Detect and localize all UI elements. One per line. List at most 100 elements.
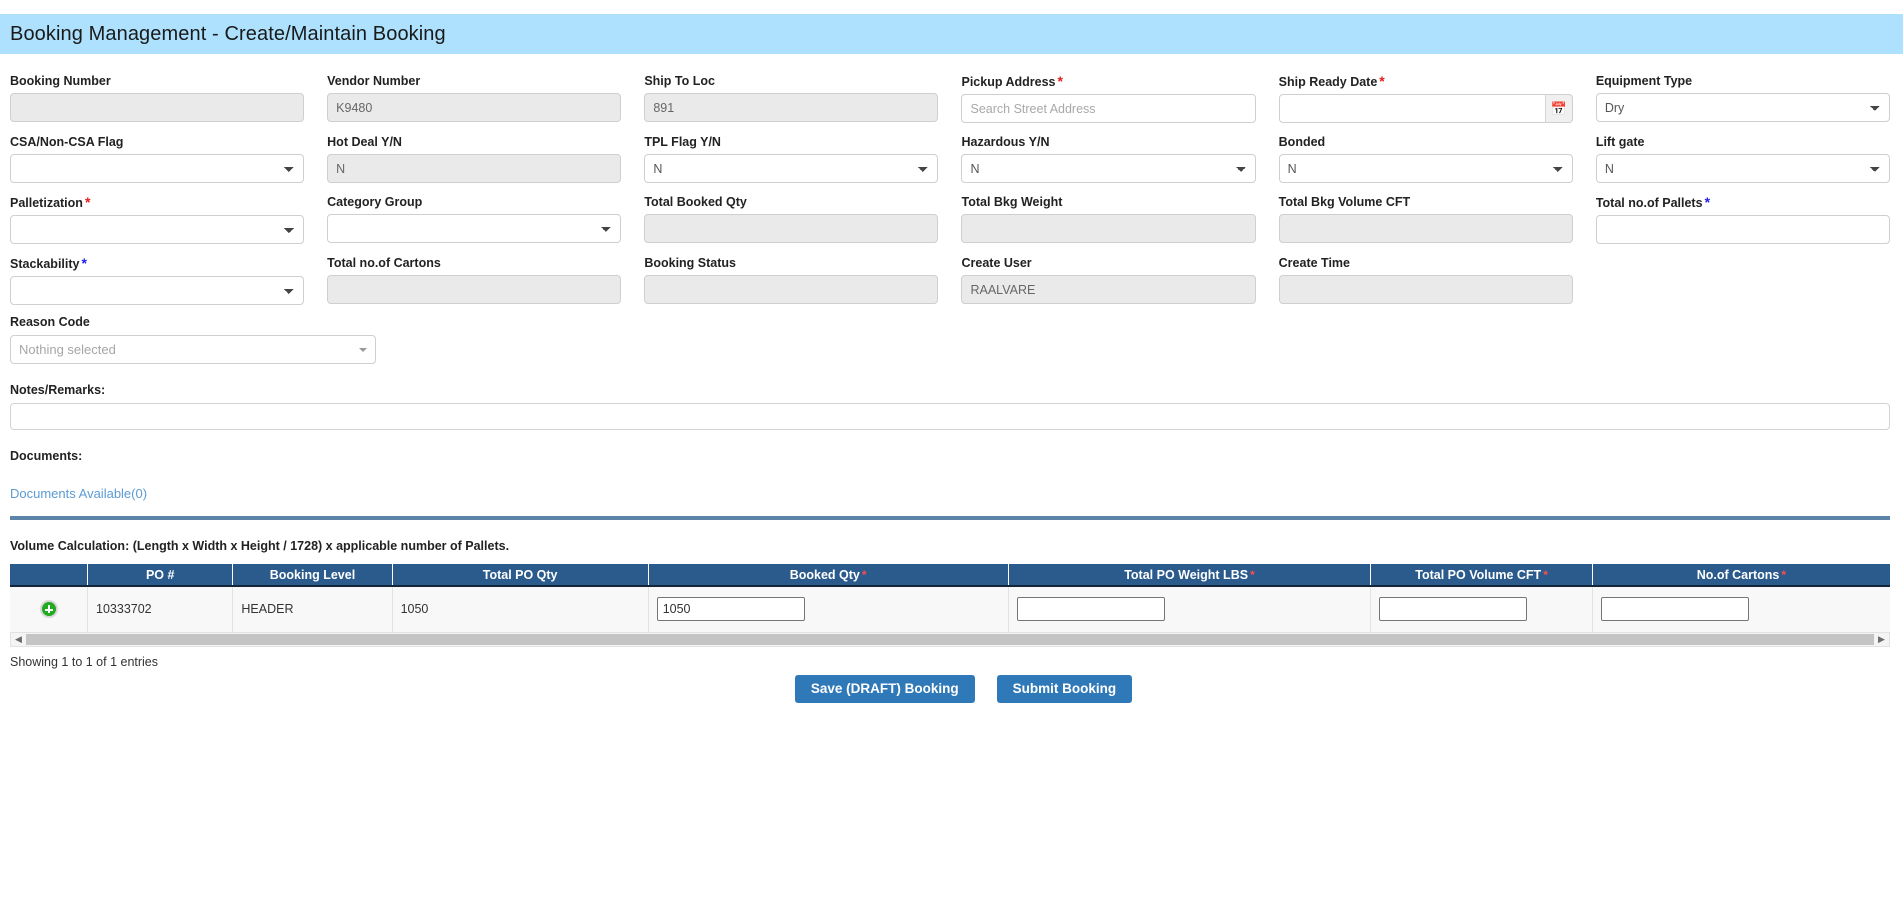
input-booking-number (10, 93, 305, 122)
scrollbar-thumb[interactable] (26, 633, 1874, 645)
booking-management-page: Booking Management - Create/Maintain Boo… (0, 0, 1903, 905)
section-divider (10, 516, 1890, 520)
select-tpl-flag-y-n[interactable]: NY (644, 154, 939, 183)
form-field-grid: Booking Number Vendor Number Ship To Loc Pi… (0, 68, 1903, 311)
cell-total-po-qty: 1050 (392, 586, 649, 633)
input-booked-qty[interactable] (656, 597, 805, 622)
form-field-booking-number: Booking Number (0, 68, 317, 129)
form-field-tpl-flag-y-n: TPL Flag Y/N NY (634, 129, 951, 189)
calendar-icon[interactable]: 📅 (1544, 94, 1573, 123)
label-hot-deal-y-n: Hot Deal Y/N (327, 135, 402, 149)
form-field-lift-gate: Lift gate NY (1586, 129, 1903, 189)
cell-total-po-weight-lbs (1008, 586, 1372, 633)
select-palletization[interactable] (10, 215, 305, 244)
input-total-po-weight-lbs[interactable] (1016, 597, 1165, 622)
label-create-user: Create User (961, 256, 1032, 270)
label-tpl-flag-y-n: TPL Flag Y/N (644, 135, 721, 149)
form-field-palletization: Palletization * (0, 189, 317, 250)
input-create-user (961, 275, 1256, 304)
form-field-total-no-of-cartons: Total no.of Cartons (317, 250, 634, 311)
table-row: 10333702 HEADER 1050 (10, 586, 1890, 633)
column-header-label: Total PO Qty (482, 567, 558, 582)
booking-lines-table-wrapper: PO # Booking Level Total PO Qty Booked Qty *… (0, 564, 1903, 647)
input-create-time (1278, 275, 1573, 304)
column-header-total-po-qty[interactable]: Total PO Qty (392, 564, 649, 587)
form-field-hazardous-y-n: Hazardous Y/N NY (951, 129, 1268, 189)
reason-code-select[interactable]: Nothing selected (10, 335, 376, 364)
label-booking-status: Booking Status (644, 256, 736, 270)
label-stackability: Stackability * (10, 255, 87, 271)
table-entries-info: Showing 1 to 1 of 1 entries (10, 654, 159, 669)
page-title-bar: Booking Management - Create/Maintain Boo… (0, 14, 1903, 54)
column-header-expander[interactable] (10, 564, 89, 587)
column-header-total-po-volume-cft[interactable]: Total PO Volume CFT * (1370, 564, 1593, 587)
form-action-buttons: Save (DRAFT) Booking Submit Booking (0, 674, 1903, 703)
select-lift-gate[interactable]: NY (1595, 154, 1890, 183)
row-expand-cell[interactable] (10, 586, 89, 633)
label-create-time: Create Time (1278, 256, 1350, 270)
required-asterisk: * (1057, 73, 1063, 89)
label-category-group: Category Group (327, 195, 423, 209)
input-total-bkg-volume-cft (1278, 214, 1573, 243)
plus-circle-icon[interactable] (39, 600, 58, 619)
label-ship-ready-date: Ship Ready Date * (1278, 73, 1385, 89)
required-asterisk: * (1250, 567, 1255, 582)
select-hazardous-y-n[interactable]: NY (961, 154, 1256, 183)
select-bonded[interactable]: NY (1278, 154, 1573, 183)
select-equipment-type[interactable]: Dry (1595, 93, 1890, 122)
column-header-booking-level[interactable]: Booking Level (232, 564, 393, 587)
input-total-no-of-cartons (327, 275, 622, 304)
input-pickup-address[interactable] (961, 94, 1256, 123)
required-asterisk: * (1704, 194, 1711, 210)
input-no-of-cartons[interactable] (1600, 597, 1749, 622)
table-header-row: PO # Booking Level Total PO Qty Booked Qty *… (10, 564, 1890, 587)
column-header-label: Booked Qty (789, 567, 860, 582)
form-field-total-bkg-weight: Total Bkg Weight (951, 189, 1268, 250)
required-asterisk: * (1781, 567, 1787, 582)
input-total-no-of-pallets[interactable] (1595, 215, 1890, 244)
form-field-pickup-address: Pickup Address * (951, 68, 1268, 129)
select-stackability[interactable] (10, 276, 305, 305)
notes-input[interactable] (10, 403, 1890, 430)
select-hot-deal-y-n[interactable]: NY (327, 154, 622, 183)
submit-booking-button[interactable]: Submit Booking (996, 674, 1133, 703)
cell-no-of-cartons (1592, 586, 1890, 633)
select-csa-non-csa-flag[interactable] (10, 154, 305, 183)
table-body: 10333702 HEADER 1050 (10, 586, 1890, 633)
input-total-bkg-weight (961, 214, 1256, 243)
chevron-left-icon[interactable]: ◀ (11, 633, 26, 645)
select-category-group[interactable] (327, 214, 622, 243)
input-vendor-number (327, 93, 622, 122)
column-header-po[interactable]: PO # (87, 564, 234, 587)
column-header-total-po-weight-lbs[interactable]: Total PO Weight LBS * (1008, 564, 1372, 587)
label-hazardous-y-n: Hazardous Y/N (961, 135, 1050, 149)
table-horizontal-scrollbar[interactable]: ◀ ▶ (10, 632, 1890, 647)
column-header-label: No.of Cartons (1696, 567, 1780, 582)
chevron-right-icon[interactable]: ▶ (1874, 633, 1889, 645)
label-csa-non-csa-flag: CSA/Non-CSA Flag (10, 135, 124, 149)
save-draft-booking-button[interactable]: Save (DRAFT) Booking (794, 674, 975, 703)
label-total-no-of-cartons: Total no.of Cartons (327, 256, 441, 270)
column-header-booked-qty[interactable]: Booked Qty * (648, 564, 1009, 587)
column-header-no-of-cartons[interactable]: No.of Cartons * (1592, 564, 1890, 587)
form-field-category-group: Category Group (317, 189, 634, 250)
form-field-stackability: Stackability * (0, 250, 317, 311)
documents-available-link[interactable]: Documents Available(0) (10, 486, 147, 501)
volume-calculation-note: Volume Calculation: (Length x Width x He… (10, 539, 510, 553)
label-total-bkg-weight: Total Bkg Weight (961, 195, 1063, 209)
column-header-label: Total PO Volume CFT (1415, 567, 1542, 582)
cell-total-po-qty-value: 1050 (400, 602, 429, 617)
cell-booked-qty (648, 586, 1009, 633)
cell-booking-level: HEADER (232, 586, 393, 633)
form-field-equipment-type: Equipment Type Dry (1586, 68, 1903, 129)
input-ship-ready-date[interactable] (1278, 94, 1545, 123)
label-booking-number: Booking Number (10, 74, 111, 88)
booking-form: Booking Number Vendor Number Ship To Loc Pi… (0, 68, 1903, 703)
required-asterisk: * (1543, 567, 1548, 582)
form-field-total-booked-qty: Total Booked Qty (634, 189, 951, 250)
cell-booking-level-value: HEADER (241, 602, 294, 617)
input-total-po-volume-cft[interactable] (1379, 597, 1528, 622)
cell-po-number: 10333702 (87, 586, 234, 633)
required-asterisk: * (861, 567, 867, 582)
notes-label: Notes/Remarks: (10, 383, 106, 397)
